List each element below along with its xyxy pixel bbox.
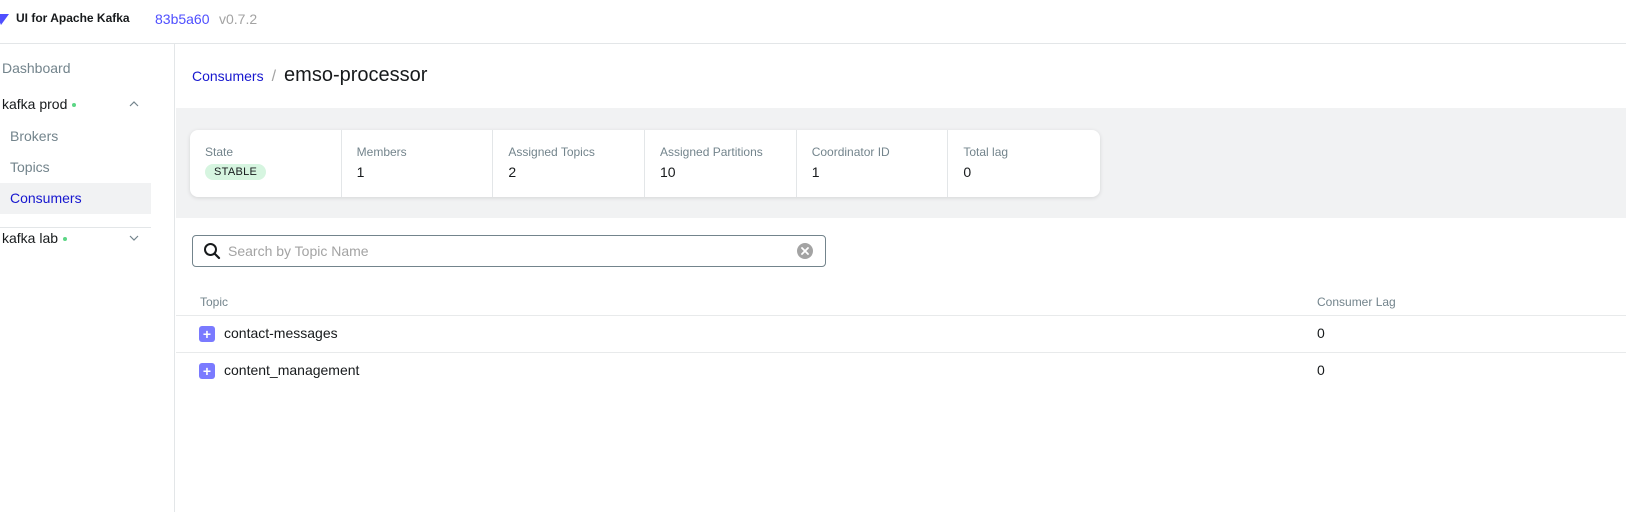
stat-label: Assigned Partitions bbox=[660, 145, 763, 159]
column-header-topic[interactable]: Topic bbox=[200, 295, 228, 309]
stat-label: State bbox=[205, 145, 234, 159]
table-divider bbox=[176, 315, 1626, 316]
chevron-down-icon[interactable] bbox=[129, 233, 139, 243]
sidebar-item-dashboard[interactable]: Dashboard bbox=[2, 60, 71, 76]
stat-total-lag: Total lag 0 bbox=[948, 130, 1100, 197]
breadcrumb-separator: / bbox=[271, 68, 277, 85]
search-box bbox=[192, 235, 826, 267]
stat-value: 0 bbox=[963, 164, 972, 180]
chevron-up-icon[interactable] bbox=[129, 99, 139, 109]
breadcrumb: Consumers / emso-processor bbox=[192, 64, 427, 87]
stat-value: 10 bbox=[660, 164, 676, 180]
breadcrumb-consumers-link[interactable]: Consumers bbox=[192, 68, 264, 84]
kafka-logo-icon[interactable] bbox=[0, 12, 10, 26]
stat-members: Members 1 bbox=[342, 130, 494, 197]
version-label: v0.7.2 bbox=[219, 11, 258, 27]
consumer-lag-value: 0 bbox=[1317, 325, 1325, 341]
sidebar-item-brokers[interactable]: Brokers bbox=[0, 121, 151, 152]
expand-row-button[interactable]: + bbox=[199, 326, 215, 342]
search-input[interactable] bbox=[228, 237, 788, 265]
sidebar-divider bbox=[0, 227, 151, 228]
stat-value: 1 bbox=[811, 164, 820, 180]
consumer-lag-value: 0 bbox=[1317, 362, 1325, 378]
stat-state: State STABLE bbox=[190, 130, 342, 197]
clear-icon[interactable] bbox=[797, 243, 813, 259]
commit-link[interactable]: 83b5a60 bbox=[155, 11, 210, 27]
expand-row-button[interactable]: + bbox=[199, 363, 215, 379]
app-title[interactable]: UI for Apache Kafka bbox=[16, 11, 130, 25]
cluster-status-dot bbox=[72, 102, 77, 107]
stat-value: 2 bbox=[508, 164, 517, 180]
table-divider bbox=[176, 352, 1626, 353]
stat-assigned-topics: Assigned Topics 2 bbox=[493, 130, 646, 197]
topic-name[interactable]: content_management bbox=[224, 362, 359, 378]
stat-value: 1 bbox=[356, 164, 365, 180]
topic-name[interactable]: contact-messages bbox=[224, 325, 338, 341]
stat-label: Members bbox=[356, 145, 407, 159]
stat-label: Coordinator ID bbox=[811, 145, 890, 159]
status-badge: STABLE bbox=[205, 164, 267, 180]
cluster-name: kafka prod bbox=[2, 96, 68, 112]
cluster-status-dot bbox=[63, 236, 68, 241]
sidebar-item-topics[interactable]: Topics bbox=[0, 152, 151, 183]
sidebar: Dashboard kafka prod Brokers Topics Cons… bbox=[0, 44, 175, 512]
column-header-consumer-lag[interactable]: Consumer Lag bbox=[1317, 295, 1396, 309]
sidebar-cluster-kafka-prod[interactable]: kafka prod bbox=[2, 96, 77, 112]
page-title: emso-processor bbox=[284, 64, 428, 86]
stats-section: State STABLE Members 1 Assigned Topics 2… bbox=[176, 108, 1626, 218]
cluster-name: kafka lab bbox=[2, 230, 59, 246]
search-icon bbox=[204, 243, 221, 260]
stats-card: State STABLE Members 1 Assigned Topics 2… bbox=[190, 130, 1100, 197]
stat-coordinator-id: Coordinator ID 1 bbox=[797, 130, 949, 197]
sidebar-item-consumers[interactable]: Consumers bbox=[0, 183, 151, 214]
sidebar-cluster-kafka-lab[interactable]: kafka lab bbox=[2, 230, 68, 246]
top-bar: UI for Apache Kafka 83b5a60 v0.7.2 bbox=[0, 0, 1626, 44]
stat-assigned-partitions: Assigned Partitions 10 bbox=[645, 130, 797, 197]
stat-label: Total lag bbox=[963, 145, 1009, 159]
stat-label: Assigned Topics bbox=[508, 145, 595, 159]
